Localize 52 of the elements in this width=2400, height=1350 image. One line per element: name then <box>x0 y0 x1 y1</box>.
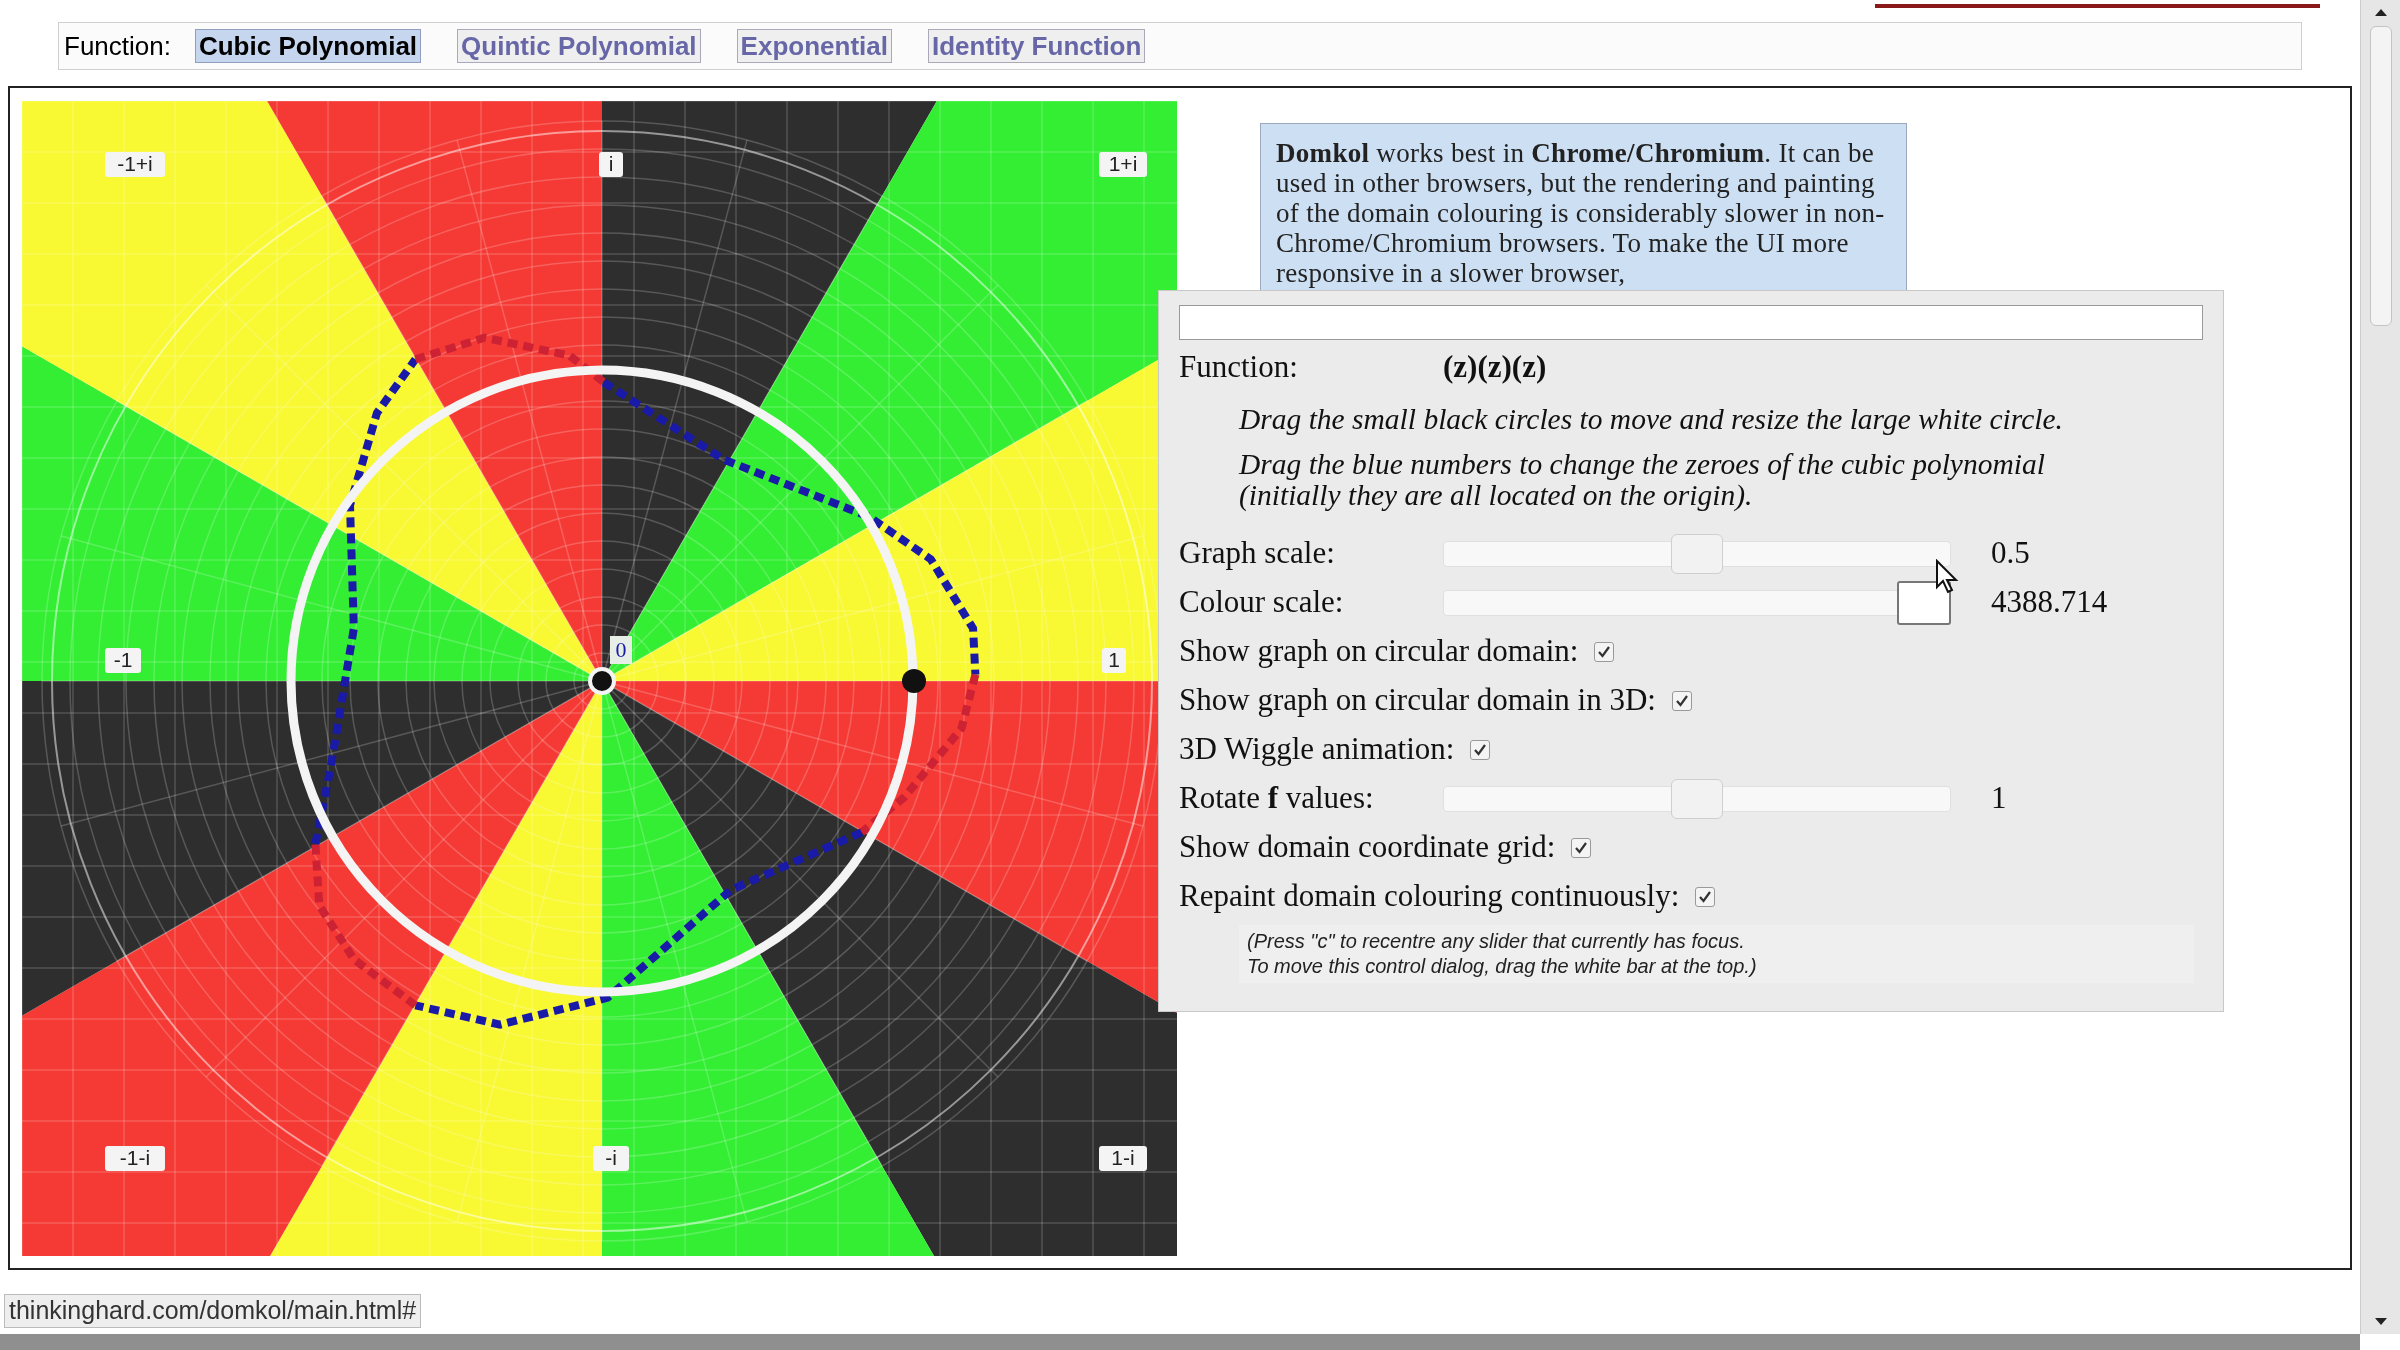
checkbox[interactable] <box>1671 690 1692 711</box>
axis-label: -i <box>593 1146 629 1171</box>
axis-label: 1+i <box>1099 152 1147 177</box>
axis-label: 1-i <box>1099 1146 1147 1171</box>
slider-label: Graph scale: <box>1179 534 1336 573</box>
checkbox[interactable] <box>1470 739 1491 760</box>
domain-circle[interactable] <box>286 365 918 997</box>
slider-label: Colour scale: <box>1179 583 1345 622</box>
check-icon <box>1574 840 1589 855</box>
check-icon <box>1698 889 1713 904</box>
checkbox-label: Repaint domain colouring continuously: <box>1179 877 1680 916</box>
scrollbar-thumb[interactable] <box>2369 26 2392 326</box>
checkbox-label: Show graph on circular domain: <box>1179 632 1579 671</box>
checkbox[interactable] <box>1571 837 1592 858</box>
checkbox[interactable] <box>1594 641 1615 662</box>
axis-label: -1 <box>105 648 141 673</box>
instruction-text: Drag the small black circles to move and resize the large white circle. <box>1239 404 2064 435</box>
radius-handle[interactable] <box>902 669 926 693</box>
axis-label: -1+i <box>105 152 165 177</box>
slider-track[interactable] <box>1443 579 1951 626</box>
function-tab[interactable]: Identity Function <box>927 29 1146 63</box>
centre-handle[interactable] <box>588 667 616 695</box>
axis-label: -1-i <box>105 1146 165 1171</box>
check-icon <box>1597 644 1612 659</box>
browser-notice: Domkol works best in Chrome/Chromium. It can be used in other browsers, but the rendering and painting of the domain colouring is considerably slower in non-Chrome/Chromium browsers. To make the UI more responsive in a slower browser, <box>1276 138 1886 288</box>
zero-marker[interactable]: 0 <box>610 636 632 664</box>
function-label: Function: <box>1179 347 1299 386</box>
checkbox[interactable] <box>1695 886 1716 907</box>
slider-thumb[interactable] <box>1897 580 1951 625</box>
control-dialog[interactable] <box>1158 290 2224 1012</box>
check-icon <box>1674 693 1689 708</box>
function-tab[interactable]: Exponential <box>736 29 892 63</box>
slider-value: 0.5 <box>1991 534 2030 573</box>
checkbox-label: 3D Wiggle animation: <box>1179 730 1455 769</box>
checkbox-label: Show graph on circular domain in 3D: <box>1179 681 1656 720</box>
check-icon <box>1473 742 1488 757</box>
checkbox-label: Show domain coordinate grid: <box>1179 828 1556 867</box>
mouse-pointer-icon <box>1935 559 1959 595</box>
instruction-text: Drag the blue numbers to change the zeroes of the cubic polynomial (initially they are all located on the origin). <box>1239 449 2046 511</box>
function-tab[interactable]: Quintic Polynomial <box>457 29 701 63</box>
function-tab[interactable]: Cubic Polynomial <box>194 29 422 63</box>
axis-label: 1 <box>1102 648 1126 673</box>
function-formula: (z)(z)(z) <box>1443 347 1547 386</box>
axis-label: i <box>599 152 623 177</box>
slider-value: 1 <box>1991 779 2007 818</box>
slider-label: Rotate f values: <box>1179 779 1375 818</box>
help-note: (Press "c" to recentre any slider that currently has focus. <box>1247 929 1746 954</box>
help-note: To move this control dialog, drag the white bar at the top.) <box>1247 954 1758 979</box>
function-label: Function: <box>64 29 171 63</box>
scrollbar[interactable] <box>2360 0 2400 1334</box>
status-url: thinkinghard.com/domkol/main.html# <box>9 1295 417 1327</box>
slider-value: 4388.714 <box>1991 583 2108 622</box>
